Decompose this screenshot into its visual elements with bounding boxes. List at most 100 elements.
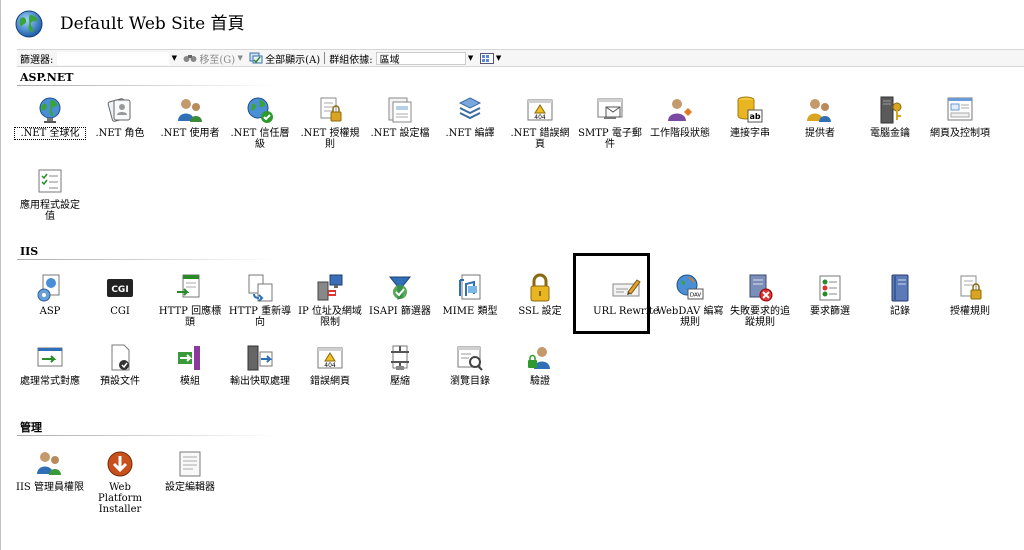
feature-net-error-pages[interactable]: 404 .NET 錯誤網頁 — [505, 94, 575, 150]
section-header-iis[interactable]: IIS — [17, 244, 277, 260]
show-all-button[interactable]: 全部顯示(A) — [249, 51, 320, 66]
ip-restrictions-icon — [317, 274, 343, 301]
feature-directory-browsing[interactable]: 瀏覽目錄 — [435, 342, 505, 387]
feature-net-profile[interactable]: .NET 設定檔 — [365, 94, 435, 139]
feature-iis-manager-permissions[interactable]: IIS 管理員權限 — [15, 448, 85, 493]
svg-text:404: 404 — [534, 114, 546, 121]
iis-manager-permissions-icon — [37, 452, 61, 475]
trust-globe-icon — [247, 97, 273, 123]
feature-app-settings[interactable]: 應用程式設定值 — [15, 166, 85, 222]
feature-authorization-rules[interactable]: 授權規則 — [935, 272, 1005, 317]
feature-error-pages[interactable]: 404 錯誤網頁 — [295, 342, 365, 387]
svg-text:ab: ab — [749, 112, 760, 121]
feature-handler-mappings[interactable]: 處理常式對應 — [15, 342, 85, 387]
feature-label: SMTP 電子郵件 — [578, 128, 642, 150]
filter-input[interactable] — [57, 51, 170, 65]
feature-output-caching[interactable]: 輸出快取處理 — [225, 342, 295, 387]
feature-net-users[interactable]: .NET 使用者 — [155, 94, 225, 139]
feature-ip-domain-restrictions[interactable]: IP 位址及網域限制 — [295, 272, 365, 328]
feature-smtp-email[interactable]: SMTP 電子郵件 — [575, 94, 645, 150]
feature-http-response-headers[interactable]: HTTP 回應標頭 — [155, 272, 225, 328]
section-title: ASP.NET — [20, 71, 74, 84]
feature-net-authorization-rules[interactable]: .NET 授權規則 — [295, 94, 365, 150]
feature-net-trust-levels[interactable]: .NET 信任層級 — [225, 94, 295, 150]
view-grid-icon — [479, 52, 494, 64]
profile-icon — [388, 97, 412, 123]
feature-modules[interactable]: 模組 — [155, 342, 225, 387]
section-divider — [17, 85, 277, 86]
section-header-aspnet[interactable]: ASP.NET — [17, 70, 277, 86]
cgi-icon: CGI — [107, 279, 133, 297]
feature-label: 工作階段狀態 — [650, 128, 710, 139]
feature-label: SSL 設定 — [518, 306, 562, 317]
feature-label: CGI — [110, 306, 130, 317]
asp-icon — [37, 274, 60, 302]
feature-asp[interactable]: ASP — [15, 272, 85, 317]
configuration-editor-icon — [179, 451, 201, 477]
failed-request-tracing-icon — [749, 274, 773, 302]
feature-label: .NET 使用者 — [160, 128, 220, 139]
feature-compression[interactable]: 壓縮 — [365, 342, 435, 387]
modules-icon — [178, 346, 200, 370]
feature-label: IP 位址及網域限制 — [298, 306, 362, 328]
web-platform-installer-icon — [107, 451, 133, 477]
globe-icon — [39, 97, 61, 123]
feature-mime-types[interactable]: MIME 類型 — [435, 272, 505, 317]
section-title: IIS — [20, 245, 39, 258]
feature-label: .NET 角色 — [95, 128, 145, 139]
compression-icon — [391, 345, 409, 370]
feature-logging[interactable]: 記錄 — [865, 272, 935, 317]
feature-authentication[interactable]: 驗證 — [505, 342, 575, 387]
feature-label: 失敗要求的追蹤規則 — [730, 306, 790, 328]
goto-button[interactable]: 移至(G) — [183, 51, 235, 66]
feature-label: 連接字串 — [730, 128, 770, 139]
group-by-select[interactable]: 區域 — [375, 51, 466, 66]
feature-label: 網頁及控制項 — [930, 128, 990, 139]
feature-net-roles[interactable]: .NET 角色 — [85, 94, 155, 139]
webdav-icon: DAV — [676, 274, 704, 300]
goto-dropdown-arrow[interactable]: ▼ — [235, 52, 245, 65]
section-title: 管理 — [20, 421, 42, 434]
feature-label: .NET 授權規則 — [300, 128, 360, 150]
feature-label: ISAPI 篩選器 — [369, 306, 431, 317]
feature-ssl-settings[interactable]: SSL 設定 — [505, 272, 575, 317]
session-state-icon — [668, 99, 692, 121]
feature-net-compilation[interactable]: .NET 編譯 — [435, 94, 505, 139]
feature-default-document[interactable]: 預設文件 — [85, 342, 155, 387]
feature-failed-request-tracing[interactable]: 失敗要求的追蹤規則 — [725, 272, 795, 328]
feature-label: 設定編輯器 — [165, 482, 215, 493]
feature-machine-key[interactable]: 電腦金鑰 — [855, 94, 925, 139]
features-view: ASP.NET .NET 全球化 .NET 角色 .NET 使用者 .NET 信… — [14, 68, 1017, 550]
feature-pages-controls[interactable]: 網頁及控制項 — [925, 94, 995, 139]
filter-dropdown-arrow[interactable]: ▼ — [169, 52, 179, 65]
feature-request-filtering[interactable]: 要求篩選 — [795, 272, 865, 317]
pages-controls-icon — [947, 97, 973, 121]
filter-label: 篩選器: — [20, 54, 54, 66]
providers-icon — [807, 99, 831, 122]
directory-browsing-icon — [457, 346, 483, 371]
feature-web-platform-installer[interactable]: Web Platform Installer — [85, 448, 155, 515]
compilation-icon — [458, 97, 482, 120]
handler-mappings-icon — [37, 347, 63, 367]
feature-providers[interactable]: 提供者 — [785, 94, 855, 139]
feature-session-state[interactable]: 工作階段狀態 — [645, 94, 715, 139]
feature-label: 電腦金鑰 — [870, 128, 910, 139]
section-header-management[interactable]: 管理 — [17, 420, 277, 436]
goto-label: 移至(G) — [199, 54, 236, 66]
authentication-icon — [528, 347, 550, 369]
feature-cgi[interactable]: CGI CGI — [85, 272, 155, 317]
feature-configuration-editor[interactable]: 設定編輯器 — [155, 448, 225, 493]
svg-text:CGI: CGI — [111, 285, 128, 295]
feature-label: HTTP 回應標頭 — [158, 306, 222, 328]
feature-label: .NET 信任層級 — [230, 128, 290, 150]
feature-http-redirect[interactable]: HTTP 重新導向 — [225, 272, 295, 328]
feature-webdav-authoring-rules[interactable]: DAV WebDAV 編寫規則 — [655, 272, 725, 328]
feature-net-globalization[interactable]: .NET 全球化 — [14, 94, 86, 140]
show-all-icon — [249, 52, 263, 64]
group-by-dropdown-arrow[interactable]: ▼ — [466, 52, 476, 65]
feature-label: IIS 管理員權限 — [16, 482, 84, 493]
toolbar-separator — [324, 52, 326, 64]
feature-connection-strings[interactable]: ab 連接字串 — [715, 94, 785, 139]
feature-isapi-filters[interactable]: ISAPI 篩選器 — [365, 272, 435, 317]
view-mode-button[interactable]: ▼ — [479, 52, 504, 65]
